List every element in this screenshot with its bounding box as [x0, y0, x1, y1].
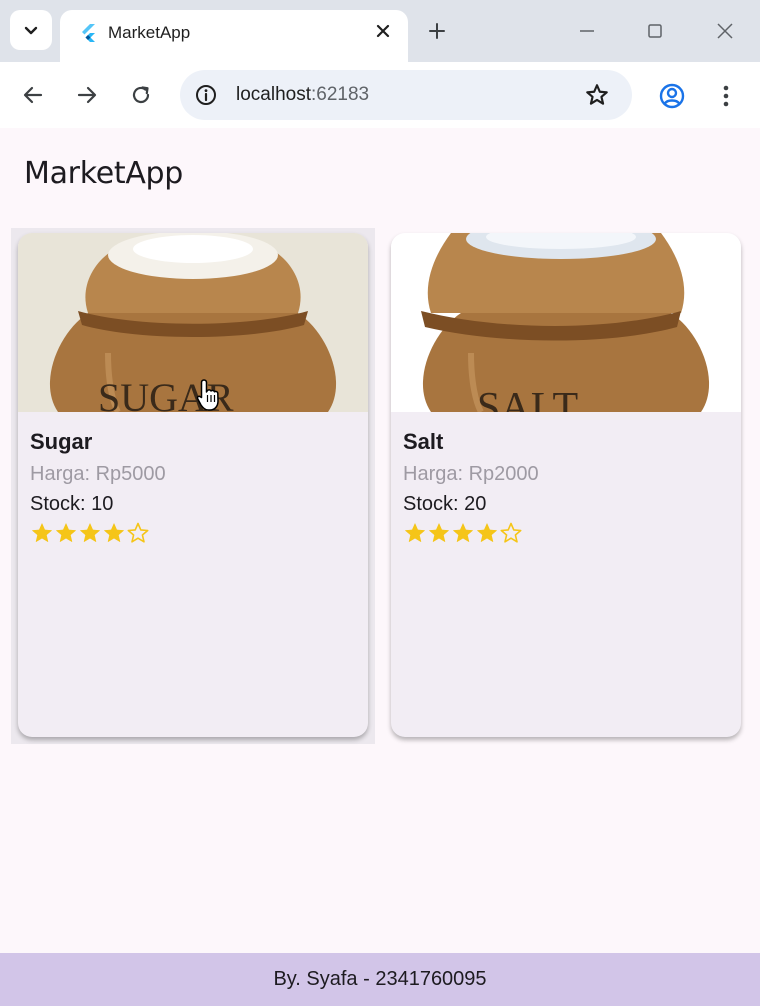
close-icon: [717, 23, 733, 39]
new-tab-button[interactable]: [424, 18, 450, 44]
page-title: MarketApp: [24, 156, 184, 191]
flutter-icon: [82, 24, 95, 42]
plus-icon: [429, 23, 445, 39]
star-outline-icon[interactable]: [584, 82, 610, 108]
product-name: Salt: [403, 429, 444, 454]
arrow-right-icon: [77, 86, 97, 104]
account-icon[interactable]: [658, 82, 686, 110]
star-outline-icon: [127, 522, 149, 543]
product-card[interactable]: SUGAR Sugar Harga: Rp5000 Stock: 10: [18, 233, 368, 737]
chevron-down-icon: [24, 26, 38, 35]
back-button[interactable]: [18, 80, 48, 110]
footer: By. Syafa - 2341760095: [0, 953, 760, 1006]
browser-tab-active[interactable]: MarketApp: [60, 10, 408, 62]
star-filled-icon: [429, 523, 449, 543]
minimize-icon: [580, 30, 594, 32]
maximize-button[interactable]: [642, 18, 668, 44]
product-name: Sugar: [30, 429, 93, 454]
hand-cursor-icon: [196, 379, 219, 411]
salt-sack-lettering: SALT: [477, 385, 578, 412]
product-stock: Stock: 20: [403, 493, 487, 515]
window-close-button[interactable]: [712, 18, 738, 44]
product-grid: SUGAR Sugar Harga: Rp5000 Stock: 10 SALT…: [11, 228, 749, 744]
star-filled-icon: [104, 523, 124, 543]
url-text[interactable]: localhost:62183: [236, 84, 369, 106]
star-filled-icon: [80, 523, 100, 543]
address-bar[interactable]: localhost:62183: [180, 70, 632, 120]
minimize-button[interactable]: [574, 18, 600, 44]
star-filled-icon: [405, 523, 425, 543]
product-card[interactable]: SALT Salt Harga: Rp2000 Stock: 20: [391, 233, 741, 737]
kebab-menu-icon[interactable]: [712, 82, 740, 110]
info-icon[interactable]: [194, 83, 218, 107]
maximize-icon: [648, 24, 662, 38]
tab-title: MarketApp: [108, 23, 191, 42]
product-price: Harga: Rp2000: [403, 463, 539, 485]
footer-credit: By. Syafa - 2341760095: [273, 968, 487, 990]
reload-icon: [132, 86, 150, 104]
tab-search-button[interactable]: [10, 10, 52, 50]
star-filled-icon: [477, 523, 497, 543]
close-icon: [376, 24, 390, 38]
product-card-sugar-wrapper[interactable]: SUGAR Sugar Harga: Rp5000 Stock: 10: [11, 228, 375, 744]
product-image-salt: SALT: [391, 233, 741, 412]
browser-toolbar: localhost:62183: [0, 62, 760, 128]
star-filled-icon: [453, 523, 473, 543]
product-stock: Stock: 10: [30, 493, 114, 515]
product-card-salt-wrapper[interactable]: SALT Salt Harga: Rp2000 Stock: 20: [384, 228, 748, 744]
tab-close-button[interactable]: [372, 20, 394, 42]
url-host: localhost: [236, 84, 311, 105]
star-filled-icon: [32, 523, 52, 543]
reload-button[interactable]: [126, 80, 156, 110]
forward-button[interactable]: [72, 80, 102, 110]
star-outline-icon: [500, 522, 522, 543]
product-price: Harga: Rp5000: [30, 463, 166, 485]
product-rating: [403, 521, 523, 547]
product-image-sugar: SUGAR: [18, 233, 368, 412]
app-bar: MarketApp: [0, 128, 760, 218]
url-port: :62183: [311, 84, 370, 105]
star-filled-icon: [56, 523, 76, 543]
browser-tab-strip: MarketApp: [0, 0, 760, 62]
product-rating: [30, 521, 150, 547]
arrow-left-icon: [23, 86, 43, 104]
